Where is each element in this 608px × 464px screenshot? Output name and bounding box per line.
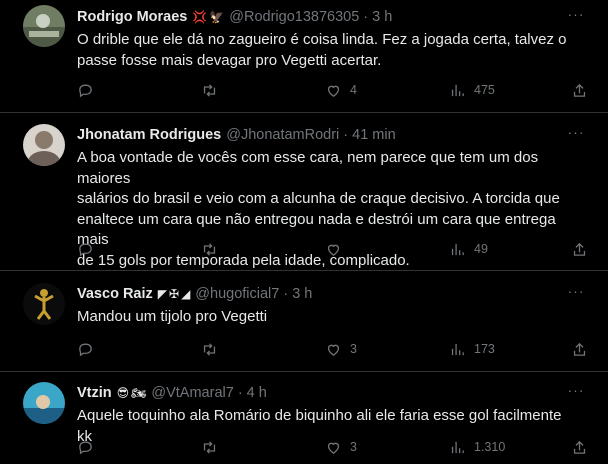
name-badges: 💢 🦅 [192,10,224,24]
retweet-button[interactable] [201,79,226,101]
like-icon [327,85,340,97]
like-count: 4 [350,83,357,97]
retweet-icon [203,83,216,97]
tweet-text-line: salários do brasil e veio com a alcunha … [77,190,560,207]
share-button[interactable] [571,79,588,101]
share-icon [573,83,586,97]
views-button[interactable]: 173 [449,338,495,360]
view-count: 49 [474,242,488,256]
retweet-button[interactable] [201,338,226,360]
share-icon [573,440,586,454]
anger-emoji-icon: 💢 [192,10,208,24]
action-bar: 3 1.310 [77,436,587,458]
like-icon [327,344,340,356]
author-name[interactable]: Vasco Raiz [77,286,153,302]
views-icon [451,343,464,355]
separator: · [363,9,369,25]
reply-icon [79,343,92,356]
flag-right-icon: ◢ [181,287,191,301]
views-icon [451,84,464,96]
name-badges: 😎 🏍 [117,386,147,400]
like-button[interactable]: 4 [325,79,357,101]
flag-left-icon: ◤ [157,287,167,301]
avatar[interactable] [23,283,65,325]
action-bar: 49 [77,238,587,260]
action-bar: 3 173 [77,338,587,360]
like-button[interactable]: 3 [325,338,357,360]
share-button[interactable] [571,338,588,360]
timestamp[interactable]: 41 min [352,127,396,143]
share-button[interactable] [571,238,588,260]
more-icon[interactable]: ··· [566,7,586,25]
like-button[interactable] [325,238,350,260]
views-button[interactable]: 475 [449,79,495,101]
like-icon [327,244,340,256]
like-button[interactable]: 3 [325,436,357,458]
retweet-icon [203,440,216,454]
views-button[interactable]: 49 [449,238,488,260]
tweet-text: Mandou um tijolo pro Vegetti [77,307,577,328]
share-icon [573,242,586,256]
motorcycle-emoji-icon: 🏍 [131,386,147,400]
reply-button[interactable] [77,338,102,360]
tweet-text-line: Mandou um tijolo pro Vegetti [77,308,268,325]
tweet-3[interactable]: Vasco Raiz ◤ ✠ ◢ @hugoficial7 · 3 h ··· … [0,272,608,372]
timestamp[interactable]: 3 h [372,9,392,25]
like-count: 3 [350,440,357,454]
author-name[interactable]: Vtzin [77,385,112,401]
author-handle[interactable]: @hugoficial7 [195,286,279,302]
separator: · [283,286,289,302]
author-name[interactable]: Jhonatam Rodrigues [77,127,221,143]
like-count: 3 [350,342,357,356]
more-icon[interactable]: ··· [566,284,586,302]
share-icon [573,342,586,356]
avatar[interactable] [23,124,65,166]
retweet-button[interactable] [201,238,226,260]
timestamp[interactable]: 3 h [292,286,312,302]
reply-button[interactable] [77,436,102,458]
timestamp[interactable]: 4 h [247,385,267,401]
separator: · [237,385,243,401]
view-count: 475 [474,83,495,97]
eagle-emoji-icon: 🦅 [209,10,225,24]
views-icon [451,243,464,255]
reply-icon [79,441,92,454]
avatar[interactable] [23,5,65,47]
tweet-text: O drible que ele dá no zagueiro é coisa … [77,30,577,71]
author-handle[interactable]: @Rodrigo13876305 [229,9,359,25]
tweet-1[interactable]: Rodrigo Moraes 💢 🦅 @Rodrigo13876305 · 3 … [0,0,608,113]
separator: · [343,127,349,143]
view-count: 1.310 [474,440,506,454]
retweet-icon [203,242,216,256]
name-badges: ◤ ✠ ◢ [158,287,191,301]
author-handle[interactable]: @JhonatamRodri [226,127,339,143]
tweet-text-line: O drible que ele dá no zagueiro é coisa … [77,31,567,48]
action-bar: 4 475 [77,79,587,101]
views-button[interactable]: 1.310 [449,436,505,458]
reply-icon [79,84,92,97]
author-name[interactable]: Rodrigo Moraes [77,9,187,25]
more-icon[interactable]: ··· [566,383,586,401]
more-icon[interactable]: ··· [566,125,586,143]
retweet-button[interactable] [201,436,226,458]
reply-button[interactable] [77,238,102,260]
like-icon [327,442,340,454]
tweet-2[interactable]: Jhonatam Rodrigues @JhonatamRodri · 41 m… [0,114,608,271]
cross-icon: ✠ [169,287,180,301]
retweet-icon [203,342,216,356]
view-count: 173 [474,342,495,356]
author-handle[interactable]: @VtAmaral7 [151,385,233,401]
reply-icon [79,243,92,256]
reply-button[interactable] [77,79,102,101]
share-button[interactable] [571,436,588,458]
views-icon [451,441,464,453]
tweet-text-line: A boa vontade de vocês com esse cara, ne… [77,149,539,187]
sunglasses-emoji-icon: 😎 [116,386,130,400]
tweet-4[interactable]: Vtzin 😎 🏍 @VtAmaral7 · 4 h ··· Aquele to… [0,373,608,464]
avatar[interactable] [23,382,65,424]
tweet-text-line: passe fosse mais devagar pro Vegetti ace… [77,51,382,69]
